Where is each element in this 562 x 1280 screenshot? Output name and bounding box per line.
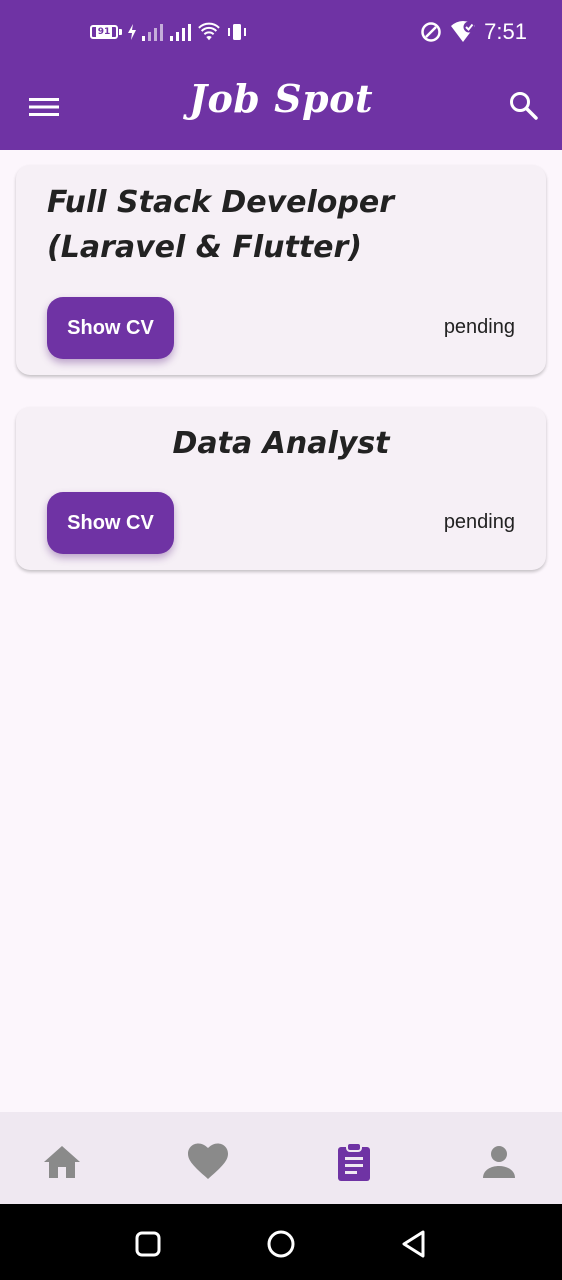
app-title: Job Spot [188, 76, 374, 121]
nav-home[interactable] [40, 1142, 84, 1182]
home-circle-icon [267, 1230, 295, 1258]
home-icon [44, 1146, 80, 1178]
app-bar: Job Spot [0, 64, 562, 150]
home-system-button[interactable] [263, 1226, 299, 1262]
nav-favorites[interactable] [186, 1142, 230, 1182]
bottom-navigation [0, 1112, 562, 1204]
recents-icon [135, 1231, 161, 1257]
nav-profile[interactable] [477, 1142, 521, 1182]
nav-applications[interactable] [332, 1142, 376, 1182]
search-icon [510, 92, 538, 120]
person-icon [483, 1146, 515, 1178]
application-status: pending [443, 511, 515, 533]
show-cv-button[interactable]: Show CV [47, 492, 174, 554]
job-title: Data Analyst [172, 426, 390, 461]
clipboard-icon [338, 1142, 370, 1181]
back-button[interactable] [396, 1226, 432, 1262]
recents-button[interactable] [130, 1226, 166, 1262]
vibrate-icon [228, 24, 246, 40]
status-icons-left: 91 [90, 18, 248, 46]
application-card: Data Analyst Show CV pending [16, 407, 546, 570]
application-status: pending [443, 316, 515, 338]
status-bar: 91 7:51 [0, 0, 562, 64]
data-saver-icon [421, 22, 441, 42]
signal-icon-2 [170, 24, 191, 41]
status-time: 7:51 [484, 19, 527, 44]
job-title: Full Stack Developer (Laravel & Flutter) [47, 185, 395, 265]
heart-icon [188, 1143, 228, 1179]
system-navigation-bar [0, 1204, 562, 1280]
back-icon [402, 1230, 425, 1258]
wifi-icon [198, 22, 220, 41]
battery-level: 91 [95, 27, 113, 37]
show-cv-button[interactable]: Show CV [47, 297, 174, 359]
status-icons-right: 7:51 [420, 16, 527, 48]
search-button[interactable] [506, 88, 542, 124]
charging-icon [128, 24, 136, 40]
wifi-check-icon [451, 21, 476, 42]
signal-icon-1 [142, 24, 163, 41]
battery-icon: 91 [90, 25, 122, 39]
application-card: Full Stack Developer (Laravel & Flutter)… [16, 165, 546, 375]
